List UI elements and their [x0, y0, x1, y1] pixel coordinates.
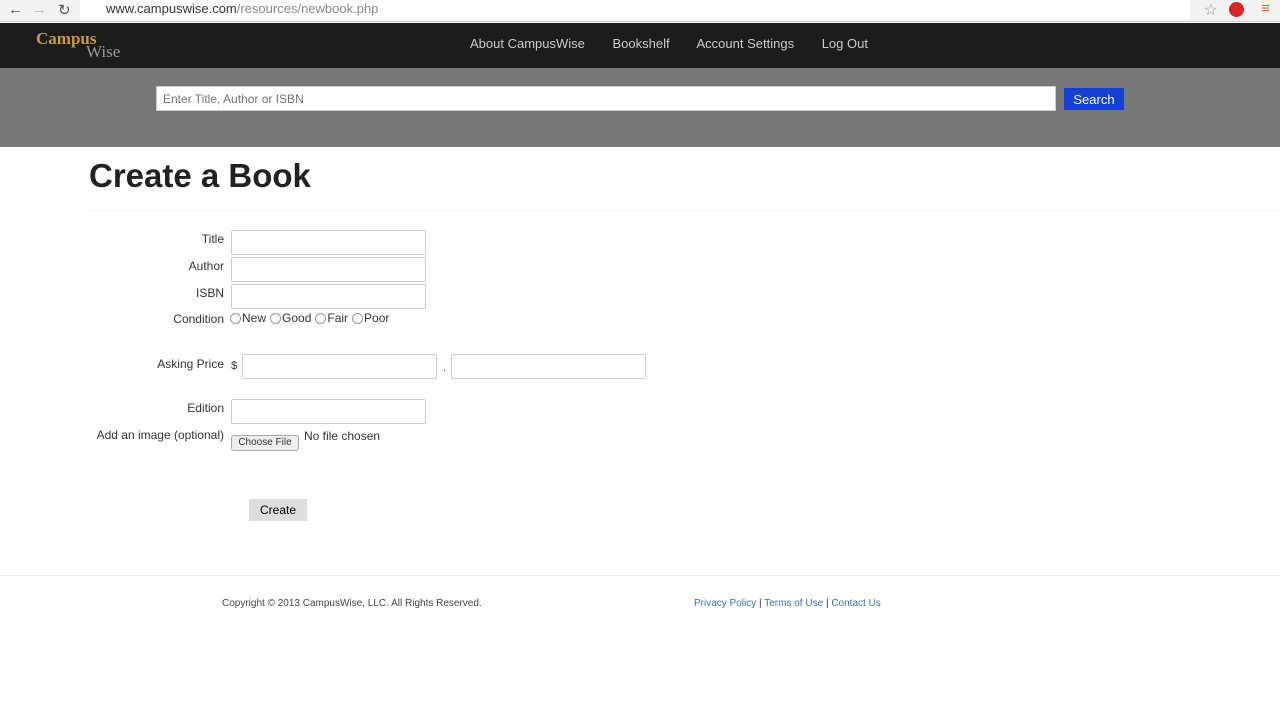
title-input[interactable] [231, 230, 426, 255]
condition-poor-radio[interactable]: Poor [352, 311, 389, 325]
condition-new-radio[interactable]: New [230, 311, 266, 325]
terms-of-use-link[interactable]: Terms of Use [764, 598, 823, 609]
url-path: /resources/newbook.php [236, 1, 379, 16]
price-dollars-input[interactable] [242, 354, 437, 379]
nav-about[interactable]: About CampusWise [470, 36, 585, 51]
extension-icon[interactable] [1229, 2, 1244, 17]
browser-toolbar: ← → ↻ www.campuswise.com/resources/newbo… [0, 0, 1280, 22]
condition-label: Condition [173, 312, 224, 326]
asking-price-label: Asking Price [157, 357, 224, 371]
back-icon[interactable]: ← [8, 1, 23, 18]
separator: | [825, 598, 829, 609]
author-input[interactable] [231, 257, 426, 282]
site-header: Campus Wise About CampusWise Bookshelf A… [0, 23, 1280, 68]
address-bar[interactable]: www.campuswise.com/resources/newbook.php [80, 0, 1190, 20]
separator: | [759, 598, 762, 609]
create-button[interactable]: Create [249, 499, 307, 521]
logo-subtext: Wise [86, 42, 121, 61]
decimal-point: . [443, 362, 447, 374]
image-label: Add an image (optional) [96, 428, 224, 442]
condition-fair-radio[interactable]: Fair [315, 311, 348, 325]
title-label: Title [201, 232, 224, 246]
contact-us-link[interactable]: Contact Us [831, 598, 880, 609]
price-cents-input[interactable] [451, 354, 646, 379]
edition-label: Edition [187, 401, 224, 415]
divider [89, 210, 1280, 211]
page-title: Create a Book [89, 157, 311, 194]
isbn-input[interactable] [231, 284, 426, 309]
copyright: Copyright © 2013 CampusWise, LLC. All Ri… [222, 598, 482, 609]
condition-good-radio[interactable]: Good [270, 311, 311, 325]
nav-bookshelf[interactable]: Bookshelf [613, 36, 670, 51]
nav-log-out[interactable]: Log Out [822, 36, 868, 51]
file-status: No file chosen [304, 429, 381, 443]
footer-divider [0, 575, 1280, 576]
menu-icon[interactable]: ≡ [1261, 0, 1270, 17]
search-input[interactable] [156, 86, 1056, 111]
privacy-policy-link[interactable]: Privacy Policy [694, 598, 756, 609]
isbn-label: ISBN [195, 286, 224, 300]
search-button[interactable]: Search [1064, 88, 1124, 110]
search-bar: Search [0, 68, 1280, 147]
condition-radio-group: New Good Fair Poor [230, 311, 389, 325]
footer-links: Privacy Policy | Terms of Use | Contact … [694, 598, 881, 609]
bookmark-star-icon[interactable]: ☆ [1204, 0, 1218, 20]
nav-account-settings[interactable]: Account Settings [697, 36, 795, 51]
author-label: Author [188, 259, 224, 273]
choose-file-button[interactable]: Choose File [231, 435, 299, 451]
currency-symbol: $ [231, 360, 238, 372]
forward-icon[interactable]: → [32, 1, 47, 18]
url-host: www.campuswise.com [106, 1, 237, 16]
edition-input[interactable] [231, 399, 426, 424]
reload-icon[interactable]: ↻ [58, 1, 71, 19]
